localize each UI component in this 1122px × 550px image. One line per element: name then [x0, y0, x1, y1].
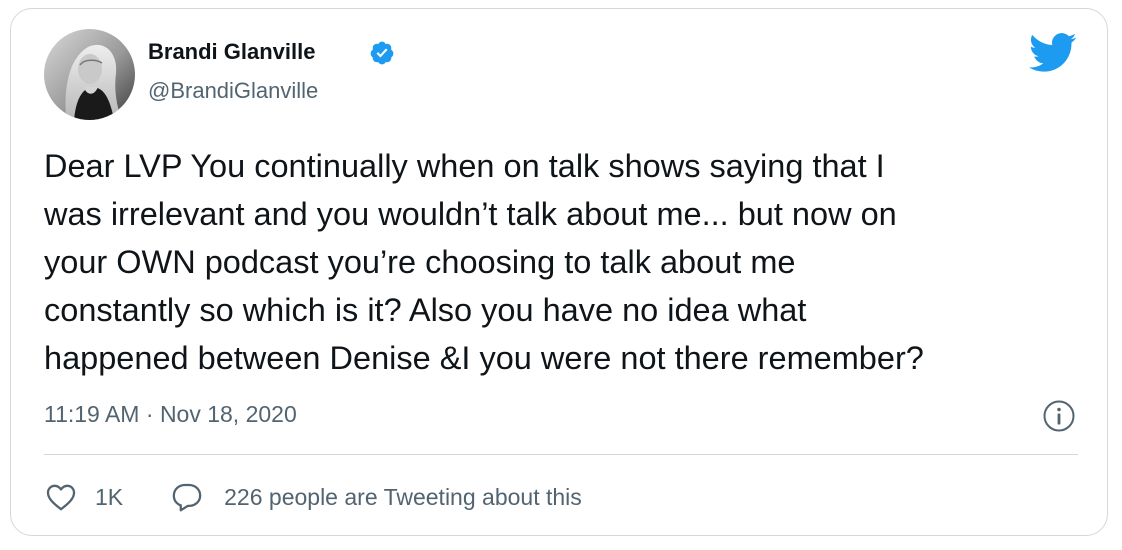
tweet-date[interactable]: Nov 18, 2020: [160, 401, 297, 427]
tweet-time[interactable]: 11:19 AM: [44, 401, 139, 427]
avatar-image: [44, 29, 135, 120]
tweet-timestamp[interactable]: 11:19 AM · Nov 18, 2020: [44, 401, 297, 428]
twitter-bird-icon[interactable]: [1029, 33, 1077, 73]
conversation-link[interactable]: 226 people are Tweeting about this: [170, 480, 582, 514]
tweet-line: your OWN podcast you’re choosing to talk…: [44, 244, 796, 280]
avatar[interactable]: [44, 29, 135, 120]
tweet-line: Dear LVP You continually when on talk sh…: [44, 148, 885, 184]
tweet-actions: 1K 226 people are Tweeting about this: [44, 479, 582, 515]
tweet-text: Dear LVP You continually when on talk sh…: [44, 142, 1094, 382]
tweet-card: Brandi Glanville @BrandiGlanville Dear L…: [10, 8, 1108, 536]
author-handle[interactable]: @BrandiGlanville: [148, 78, 318, 104]
tweet-line: constantly so which is it? Also you have…: [44, 292, 807, 328]
tweet-line: happened between Denise &I you were not …: [44, 340, 924, 376]
speech-bubble-icon: [172, 483, 202, 512]
info-icon[interactable]: [1042, 399, 1076, 433]
verified-badge-icon: [370, 41, 394, 65]
like-count: 1K: [95, 483, 124, 510]
timestamp-separator: ·: [139, 401, 160, 427]
like-button[interactable]: 1K: [44, 480, 170, 514]
tweet-line: was irrelevant and you wouldn’t talk abo…: [44, 196, 897, 232]
heart-icon: [46, 484, 76, 511]
conversation-text: 226 people are Tweeting about this: [224, 483, 582, 510]
divider: [44, 454, 1078, 455]
author-name[interactable]: Brandi Glanville: [148, 39, 316, 65]
